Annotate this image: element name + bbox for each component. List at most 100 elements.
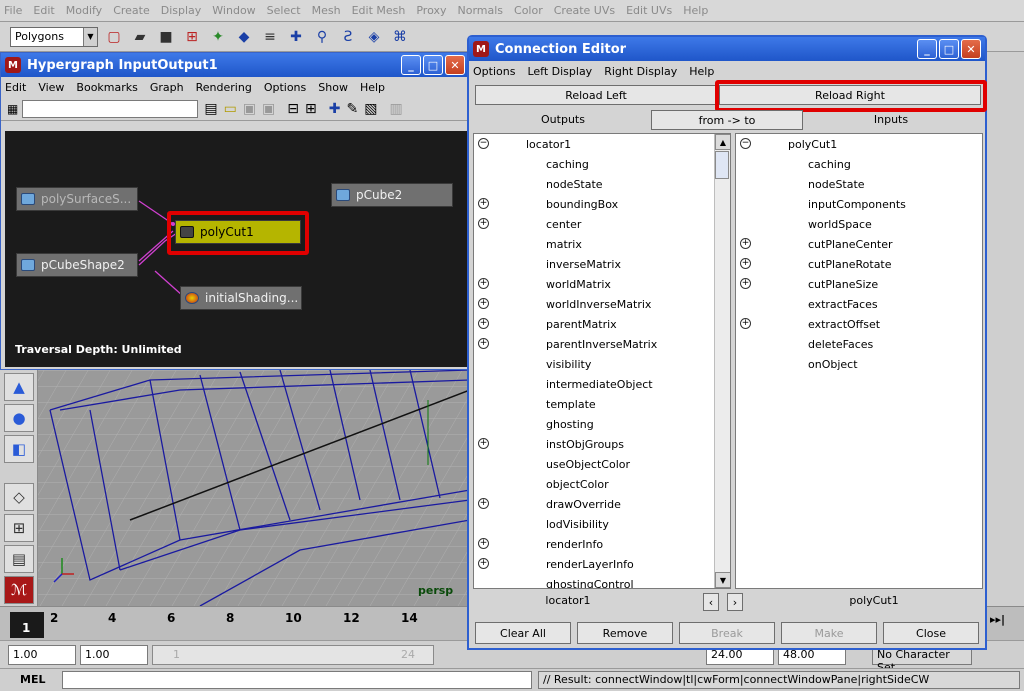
frame-hierarchy-icon[interactable]: ▣	[262, 101, 275, 117]
select-by-object-icon[interactable]: ✦	[208, 27, 228, 47]
menu-create-uvs[interactable]: Create UVs	[554, 4, 615, 17]
scroll-right-icon[interactable]: ›	[727, 593, 743, 611]
expand-icon[interactable]: +	[478, 538, 489, 549]
maximize-icon[interactable]: □	[939, 39, 959, 59]
menu-window[interactable]: Window	[212, 4, 255, 17]
graph-down-icon[interactable]: ⊞	[305, 101, 317, 117]
four-pane-icon[interactable]: ⊞	[4, 514, 34, 542]
list-item[interactable]: + center	[474, 214, 730, 234]
edit-node-icon[interactable]: ✎	[346, 101, 358, 117]
list-item[interactable]: visibility	[474, 354, 730, 374]
list-item[interactable]: + drawOverride	[474, 494, 730, 514]
hypergraph-node[interactable]: initialShading...	[180, 286, 302, 310]
hypergraph-menu-rendering[interactable]: Rendering	[196, 81, 252, 94]
connection-menu-help[interactable]: Help	[689, 65, 714, 78]
collapse-icon[interactable]: −	[478, 138, 489, 149]
snap-point-icon[interactable]: ⚲	[312, 27, 332, 47]
close-icon[interactable]: ✕	[445, 55, 465, 75]
expand-icon[interactable]: +	[478, 318, 489, 329]
snap-plane-icon[interactable]: Ƨ	[338, 27, 358, 47]
make-live-icon[interactable]: ◈	[364, 27, 384, 47]
list-item[interactable]: template	[474, 394, 730, 414]
list-item[interactable]: + cutPlaneSize	[736, 274, 982, 294]
menu-modify[interactable]: Modify	[66, 4, 102, 17]
menu-file[interactable]: File	[4, 4, 22, 17]
outliner-pane-icon[interactable]: ▤	[4, 545, 34, 573]
hypergraph-menu-bookmarks[interactable]: Bookmarks	[76, 81, 137, 94]
hypergraph-node[interactable]: polySurfaceS...	[16, 187, 138, 211]
menu-mesh[interactable]: Mesh	[312, 4, 341, 17]
list-item[interactable]: caching	[736, 154, 982, 174]
connection-editor-titlebar[interactable]: M Connection Editor _ □ ✕	[469, 37, 985, 61]
hypergraph-filter-input[interactable]	[22, 99, 199, 118]
history-icon[interactable]: ⌘	[390, 27, 410, 47]
break-button[interactable]: Break	[679, 622, 775, 644]
menu-normals[interactable]: Normals	[457, 4, 503, 17]
expand-icon[interactable]: +	[740, 318, 751, 329]
menu-proxy[interactable]: Proxy	[416, 4, 446, 17]
list-item[interactable]: + worldMatrix	[474, 274, 730, 294]
hypergraph-titlebar[interactable]: M Hypergraph InputOutput1 _ □ ✕	[1, 53, 469, 77]
list-item[interactable]: nodeState	[474, 174, 730, 194]
list-item[interactable]: + extractOffset	[736, 314, 982, 334]
expand-icon[interactable]: +	[478, 198, 489, 209]
menu-set-selector[interactable]: Polygons ▼	[10, 26, 98, 47]
open-folder-icon[interactable]: ▰	[130, 27, 150, 47]
list-item[interactable]: useObjectColor	[474, 454, 730, 474]
list-item[interactable]: + cutPlaneCenter	[736, 234, 982, 254]
outputs-attribute-list[interactable]: ▲ ▼ − locator1 caching nodeState + boundingBo…	[473, 133, 731, 589]
list-item[interactable]: + renderInfo	[474, 534, 730, 554]
list-item[interactable]: objectColor	[474, 474, 730, 494]
list-root-node[interactable]: − locator1	[474, 134, 730, 154]
list-item[interactable]: caching	[474, 154, 730, 174]
command-language-label[interactable]: MEL	[20, 673, 45, 686]
playback-end-icon[interactable]: ▸▸|	[990, 613, 1020, 633]
expand-icon[interactable]: +	[740, 278, 751, 289]
reload-left-button[interactable]: Reload Left	[475, 85, 717, 105]
hypergraph-menu-help[interactable]: Help	[360, 81, 385, 94]
frame-selection-icon[interactable]: ▣	[243, 101, 256, 117]
list-root-node[interactable]: − polyCut1	[736, 134, 982, 154]
current-frame-marker[interactable]: 1	[10, 612, 44, 638]
hypergraph-canvas[interactable]: polySurfaceS... pCubeShape2 polyCut1 pCu…	[5, 131, 467, 367]
list-item[interactable]: + worldInverseMatrix	[474, 294, 730, 314]
list-item[interactable]: + instObjGroups	[474, 434, 730, 454]
expand-icon[interactable]: +	[478, 298, 489, 309]
list-item[interactable]: matrix	[474, 234, 730, 254]
list-item[interactable]: extractFaces	[736, 294, 982, 314]
menu-create[interactable]: Create	[113, 4, 150, 17]
make-button[interactable]: Make	[781, 622, 877, 644]
hypergraph-menu-view[interactable]: View	[38, 81, 64, 94]
menu-edit[interactable]: Edit	[33, 4, 54, 17]
expand-icon[interactable]: +	[478, 278, 489, 289]
hierarchy-view-icon[interactable]: ▤	[204, 101, 217, 117]
menu-color[interactable]: Color	[514, 4, 543, 17]
list-item[interactable]: lodVisibility	[474, 514, 730, 534]
list-item[interactable]: + renderLayerInfo	[474, 554, 730, 574]
list-item[interactable]: + parentInverseMatrix	[474, 334, 730, 354]
remove-button[interactable]: Remove	[577, 622, 673, 644]
list-item[interactable]: ghosting	[474, 414, 730, 434]
menu-help[interactable]: Help	[683, 4, 708, 17]
hypergraph-menu-options[interactable]: Options	[264, 81, 306, 94]
filter-icon[interactable]: ▦	[7, 102, 18, 116]
frame-all-icon[interactable]: ▭	[224, 101, 237, 117]
select-by-component-icon[interactable]: ◆	[234, 27, 254, 47]
list-item[interactable]: + parentMatrix	[474, 314, 730, 334]
snap-curve-icon[interactable]: ✚	[286, 27, 306, 47]
inputs-attribute-list[interactable]: − polyCut1 caching nodeState inputComponents…	[735, 133, 983, 589]
menu-edit-uvs[interactable]: Edit UVs	[626, 4, 672, 17]
expand-icon[interactable]: +	[478, 218, 489, 229]
list-item[interactable]: onObject	[736, 354, 982, 374]
expand-icon[interactable]: +	[478, 438, 489, 449]
input-output-icon[interactable]: ▥	[389, 101, 402, 117]
list-item[interactable]: ghostingControl	[474, 574, 730, 589]
expand-icon[interactable]: +	[740, 258, 751, 269]
select-tool-icon[interactable]: ▲	[4, 373, 34, 401]
range-bar[interactable]: 1 24	[152, 645, 434, 665]
playback-start-field[interactable]: 1.00	[80, 645, 148, 665]
list-item[interactable]: nodeState	[736, 174, 982, 194]
hypergraph-menu-edit[interactable]: Edit	[5, 81, 26, 94]
add-bookmark-icon[interactable]: ✚	[329, 101, 341, 117]
close-icon[interactable]: ✕	[961, 39, 981, 59]
